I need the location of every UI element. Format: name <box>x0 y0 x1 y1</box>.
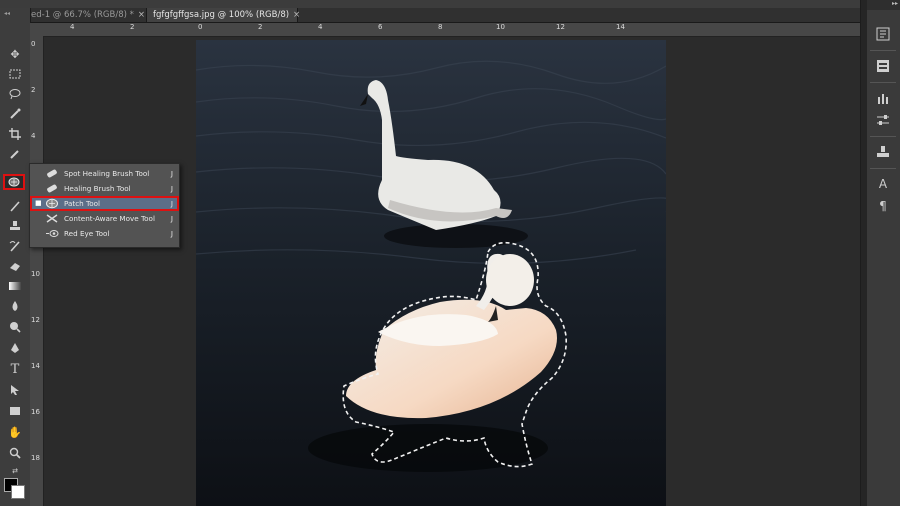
ruler-tick-label: 16 <box>31 408 40 416</box>
flyout-item-label: Red Eye Tool <box>64 229 110 238</box>
flyout-item-healing-brush[interactable]: Healing Brush Tool J <box>30 181 179 196</box>
tab-close-icon[interactable]: × <box>293 10 300 20</box>
patch-tool-icon <box>45 198 59 209</box>
vertical-ruler: 0 2 4 6 8 10 12 14 16 18 <box>30 36 44 506</box>
character-panel-icon[interactable]: A <box>874 176 892 192</box>
clone-source-panel-icon[interactable] <box>874 144 892 160</box>
rectangle-tool-icon[interactable] <box>7 403 23 419</box>
swap-colors-icon[interactable]: ⇄ <box>7 463 23 479</box>
brush-presets-panel-icon[interactable] <box>874 90 892 106</box>
ruler-tick-label: 10 <box>31 270 40 278</box>
panel-separator <box>870 82 896 83</box>
selected-bullet-icon: ■ <box>35 199 42 207</box>
clone-stamp-tool-icon[interactable] <box>7 218 23 234</box>
flyout-item-shortcut: J <box>170 169 173 178</box>
ruler-tick-label: 2 <box>258 23 263 31</box>
ruler-tick-label: 4 <box>31 132 36 140</box>
healing-brush-icon <box>45 183 59 194</box>
marquee-tool-icon[interactable] <box>7 66 23 82</box>
blur-tool-icon[interactable] <box>7 298 23 314</box>
ruler-tick-label: 4 <box>70 23 75 31</box>
background-color-swatch[interactable] <box>11 485 25 499</box>
zoom-tool-icon[interactable] <box>7 445 23 461</box>
eyedropper-tool-icon[interactable] <box>7 146 23 162</box>
ruler-tick-label: 14 <box>31 362 40 370</box>
ruler-tick-label: 10 <box>496 23 505 31</box>
ruler-tick-label: 2 <box>31 86 36 94</box>
tab-label: fgfgfgffgsa.jpg @ 100% (RGB/8) <box>153 10 290 20</box>
flyout-item-red-eye[interactable]: Red Eye Tool J <box>30 226 179 241</box>
ruler-tick-label: 0 <box>198 23 203 31</box>
ruler-tick-label: 4 <box>318 23 323 31</box>
quick-selection-tool-icon[interactable] <box>7 106 23 122</box>
ruler-tick-label: 12 <box>31 316 40 324</box>
lasso-tool-icon[interactable] <box>7 86 23 102</box>
flyout-item-shortcut: J <box>170 199 173 208</box>
red-eye-icon <box>45 228 59 239</box>
spot-healing-brush-icon <box>45 168 59 179</box>
crop-tool-icon[interactable] <box>7 126 23 142</box>
ruler-tick-label: 6 <box>378 23 383 31</box>
gradient-tool-icon[interactable] <box>7 278 23 294</box>
document-tab-bar: Untitled-1 @ 66.7% (RGB/8) * × fgfgfgffgs… <box>0 8 860 23</box>
brush-tool-icon[interactable] <box>7 198 23 214</box>
ruler-tick-label: 12 <box>556 23 565 31</box>
dodge-tool-icon[interactable] <box>7 319 23 335</box>
panel-grip-icon[interactable]: ◂◂ <box>4 10 10 17</box>
dock-divider <box>861 0 867 506</box>
swan-photo[interactable] <box>196 40 666 506</box>
move-tool-icon[interactable]: ✥ <box>7 46 23 62</box>
history-brush-tool-icon[interactable] <box>7 238 23 254</box>
tab-close-icon[interactable]: × <box>138 10 145 20</box>
flyout-item-content-aware-move[interactable]: Content-Aware Move Tool J <box>30 211 179 226</box>
properties-panel-icon[interactable] <box>874 58 892 74</box>
path-selection-tool-icon[interactable] <box>7 382 23 398</box>
history-panel-icon[interactable] <box>874 26 892 42</box>
type-tool-icon[interactable]: T <box>7 361 23 377</box>
flyout-item-label: Spot Healing Brush Tool <box>64 169 150 178</box>
flyout-item-spot-healing-brush[interactable]: Spot Healing Brush Tool J <box>30 166 179 181</box>
panel-separator <box>870 50 896 51</box>
pen-tool-icon[interactable] <box>7 340 23 356</box>
flyout-item-shortcut: J <box>170 184 173 193</box>
healing-tools-flyout-menu: Spot Healing Brush Tool J Healing Brush … <box>29 163 180 248</box>
flyout-item-label: Content-Aware Move Tool <box>64 214 155 223</box>
ruler-tick-label: 18 <box>31 454 40 462</box>
horizontal-ruler: 4 2 0 2 4 6 8 10 12 14 <box>30 23 860 37</box>
content-aware-move-icon <box>45 213 59 224</box>
flyout-item-shortcut: J <box>170 214 173 223</box>
patch-tool-icon[interactable] <box>3 174 25 190</box>
panel-separator <box>870 168 896 169</box>
dock-collapse-icon[interactable]: ▸▸ <box>867 0 900 10</box>
flyout-item-label: Healing Brush Tool <box>64 184 131 193</box>
panel-separator <box>870 136 896 137</box>
ruler-tick-label: 8 <box>438 23 443 31</box>
eraser-tool-icon[interactable] <box>7 258 23 274</box>
ruler-tick-label: 0 <box>31 40 36 48</box>
tab-fgfgfgffgsa[interactable]: fgfgfgffgsa.jpg @ 100% (RGB/8) × <box>146 8 300 22</box>
tools-panel: ◂◂ ✥ T ✋ ⇄ <box>0 8 31 506</box>
flyout-item-label: Patch Tool <box>64 199 100 208</box>
ruler-tick-label: 14 <box>616 23 625 31</box>
ruler-tick-label: 2 <box>130 23 135 31</box>
paragraph-panel-icon[interactable]: ¶ <box>874 198 892 214</box>
flyout-item-shortcut: J <box>170 229 173 238</box>
hand-tool-icon[interactable]: ✋ <box>7 424 23 440</box>
right-panel-dock: ▸▸ A ¶ <box>860 0 900 506</box>
adjustments-panel-icon[interactable] <box>874 112 892 128</box>
flyout-item-patch-tool[interactable]: ■ Patch Tool J <box>30 196 179 211</box>
